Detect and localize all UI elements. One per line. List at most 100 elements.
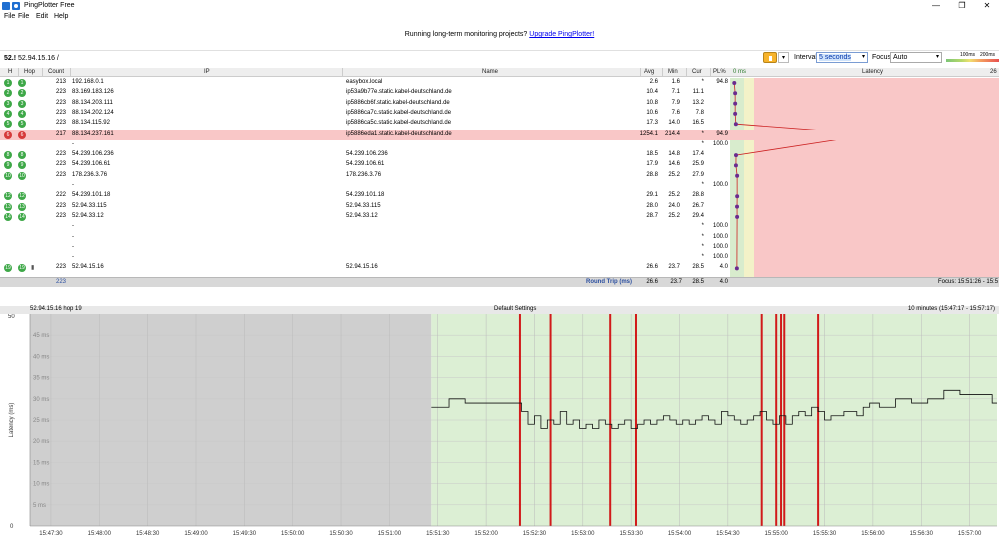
cell-name: ip5886eda1.static.kabel-deutschland.de	[346, 130, 452, 137]
table-row[interactable]: - * 100.0	[0, 222, 999, 232]
interval-select[interactable]: 5 seconds ▾	[816, 52, 868, 63]
table-row[interactable]: 6 6 217 88.134.237.161 ip5886eda1.static.kab…	[0, 129, 999, 140]
menu-help[interactable]: Help	[54, 13, 68, 20]
table-row[interactable]: 19 19 ▮ 223 52.94.15.16 52.94.15.16 26.6 23.7 28…	[0, 263, 999, 273]
hop-status-icon: 14	[4, 212, 12, 221]
table-row[interactable]: - * 100.0	[0, 140, 999, 150]
cell-cur: *	[701, 254, 704, 261]
x-tick-label: 15:48:30	[136, 531, 160, 537]
cell-name: ip53a9b77e.static.kabel-deutschland.de	[346, 89, 452, 96]
cell-ip: -	[72, 140, 74, 147]
packet-loss-bar	[780, 314, 783, 526]
cell-cur: *	[701, 243, 704, 250]
table-row[interactable]: 8 8 223 54.239.106.236 54.239.106.236 18.5 14.…	[0, 150, 999, 160]
table-row[interactable]: 10 10 223 178.236.3.76 178.236.3.76 28.8 25.2 2…	[0, 171, 999, 181]
col-count[interactable]: Count	[48, 69, 64, 75]
maximize-button[interactable]: ❐	[950, 1, 974, 11]
table-row[interactable]: 14 14 223 52.94.33.12 52.94.33.12 28.7 25.2 29.…	[0, 212, 999, 222]
close-button[interactable]: ✕	[975, 1, 999, 11]
table-row[interactable]: 9 9 223 54.239.106.61 54.239.106.61 17.9 14.6 2…	[0, 160, 999, 170]
col-hop[interactable]: Hop	[24, 69, 35, 75]
table-row[interactable]: 3 3 223 88.134.203.111 ip5886cb6f.static.kab…	[0, 99, 999, 109]
table-row[interactable]: 12 12 222 54.239.101.18 54.239.101.18 29.1 25.…	[0, 191, 999, 201]
cell-name: easybox.local	[346, 79, 383, 85]
packet-loss-bar	[609, 314, 612, 526]
col-name[interactable]: Name	[482, 69, 498, 75]
menu-edit[interactable]: Edit	[36, 13, 48, 20]
hop-status-icon: 1	[4, 79, 12, 87]
col-h[interactable]: H	[8, 69, 12, 75]
cell-min: 25.2	[668, 192, 680, 199]
graph-title-center: Default Settings	[494, 306, 537, 312]
graph-title-left: 52.94.15.16 hop 19	[30, 306, 82, 312]
graph-icon[interactable]: ▮	[31, 264, 34, 271]
cell-ip: 88.134.237.161	[72, 130, 114, 137]
target-address[interactable]: 52.94.15.16 /	[18, 55, 59, 62]
table-row[interactable]: - * 100.0	[0, 181, 999, 191]
cell-ip: 88.134.203.111	[72, 99, 113, 106]
latency-graph[interactable]: 45 ms 40 ms 35 ms 30 ms 25 ms 20 ms 15 ms 10 ms…	[0, 314, 999, 541]
upgrade-link[interactable]: Upgrade PingPlotter!	[529, 31, 594, 38]
summary-pl: 4.0	[719, 279, 728, 285]
grid-label: 40 ms	[33, 354, 49, 360]
grid-label: 25 ms	[33, 418, 49, 424]
col-avg[interactable]: Avg	[644, 69, 654, 75]
cell-min: 7.6	[671, 109, 680, 116]
table-row[interactable]: 2 2 223 83.169.183.126 ip53a9b77e.static.kab…	[0, 88, 999, 98]
pause-dropdown-button[interactable]: ▾	[778, 52, 789, 63]
col-latency[interactable]: Latency	[862, 69, 883, 75]
interval-label: Interval	[794, 54, 817, 61]
menu-file-2[interactable]: File	[18, 13, 29, 20]
cell-min: 25.2	[668, 171, 680, 178]
x-tick-label: 15:55:00	[765, 531, 789, 537]
col-cur[interactable]: Cur	[692, 69, 702, 75]
cell-count: 223	[55, 109, 66, 116]
cell-name: ip5886ca5c.static.kabel-deutschland.de	[346, 120, 452, 127]
col-pl[interactable]: PL%	[713, 69, 726, 75]
cell-count: 223	[55, 264, 66, 271]
latency-scale-legend: 100ms 200ms	[946, 52, 999, 63]
x-tick-label: 15:53:00	[571, 531, 595, 537]
cell-pl: 94.9	[716, 130, 728, 137]
cell-count: 223	[55, 171, 66, 178]
grid-label: 20 ms	[33, 439, 49, 445]
cell-pl: 100.0	[712, 182, 728, 188]
menu-file[interactable]: File	[4, 13, 15, 20]
cell-name: 178.236.3.76	[346, 171, 382, 178]
cell-cur: *	[701, 233, 704, 240]
cell-pl: 100.0	[712, 254, 728, 261]
cell-ip: -	[72, 254, 74, 261]
table-row[interactable]: - * 100.0	[0, 253, 999, 263]
table-row[interactable]: 5 5 223 88.134.115.92 ip5886ca5c.static.kabe…	[0, 119, 999, 129]
x-tick-label: 15:50:00	[281, 531, 305, 537]
cell-ip: 88.134.115.92	[72, 120, 110, 127]
focus-select[interactable]: Auto ▾	[890, 52, 942, 63]
cell-min: 14.6	[668, 161, 680, 168]
hop-status-icon: 4	[4, 109, 12, 118]
table-row[interactable]: 4 4 223 88.134.202.124 ip5886ca7c.static.kab…	[0, 109, 999, 119]
cell-name: ip5886cb6f.static.kabel-deutschland.de	[346, 99, 450, 106]
chevron-down-icon: ▾	[935, 54, 939, 60]
cell-cur: 27.9	[692, 171, 704, 178]
x-tick-label: 15:49:30	[233, 531, 257, 537]
summary-cur: 28.5	[692, 279, 704, 285]
title-bar: PingPlotter Free — ❐ ✕	[0, 0, 999, 12]
col-ip[interactable]: IP	[204, 69, 210, 75]
grid-label: 10 ms	[33, 482, 49, 488]
table-row[interactable]: - * 100.0	[0, 233, 999, 243]
summary-row: 223 Round Trip (ms) 26.6 23.7 28.5 4.0 F…	[0, 277, 999, 287]
cell-cur: 13.2	[692, 99, 704, 106]
pause-button[interactable]	[763, 52, 777, 63]
cell-name: 52.94.15.16	[346, 264, 378, 271]
table-row[interactable]: 13 13 223 52.94.33.115 52.94.33.115 28.0 24.0 2…	[0, 202, 999, 212]
table-row[interactable]: 1 1 213 192.168.0.1 easybox.local 2.6 1.6 * 94.8	[0, 78, 999, 88]
packet-loss-bar	[783, 314, 786, 526]
col-min[interactable]: Min	[668, 69, 678, 75]
cell-cur: *	[701, 79, 704, 85]
hop-status-icon: 5	[4, 120, 12, 129]
grid-label: 35 ms	[33, 376, 49, 382]
table-row[interactable]: - * 100.0	[0, 243, 999, 253]
hop-status-icon: 10	[4, 171, 12, 180]
cell-avg: 10.4	[646, 89, 658, 96]
minimize-button[interactable]: —	[924, 1, 948, 11]
